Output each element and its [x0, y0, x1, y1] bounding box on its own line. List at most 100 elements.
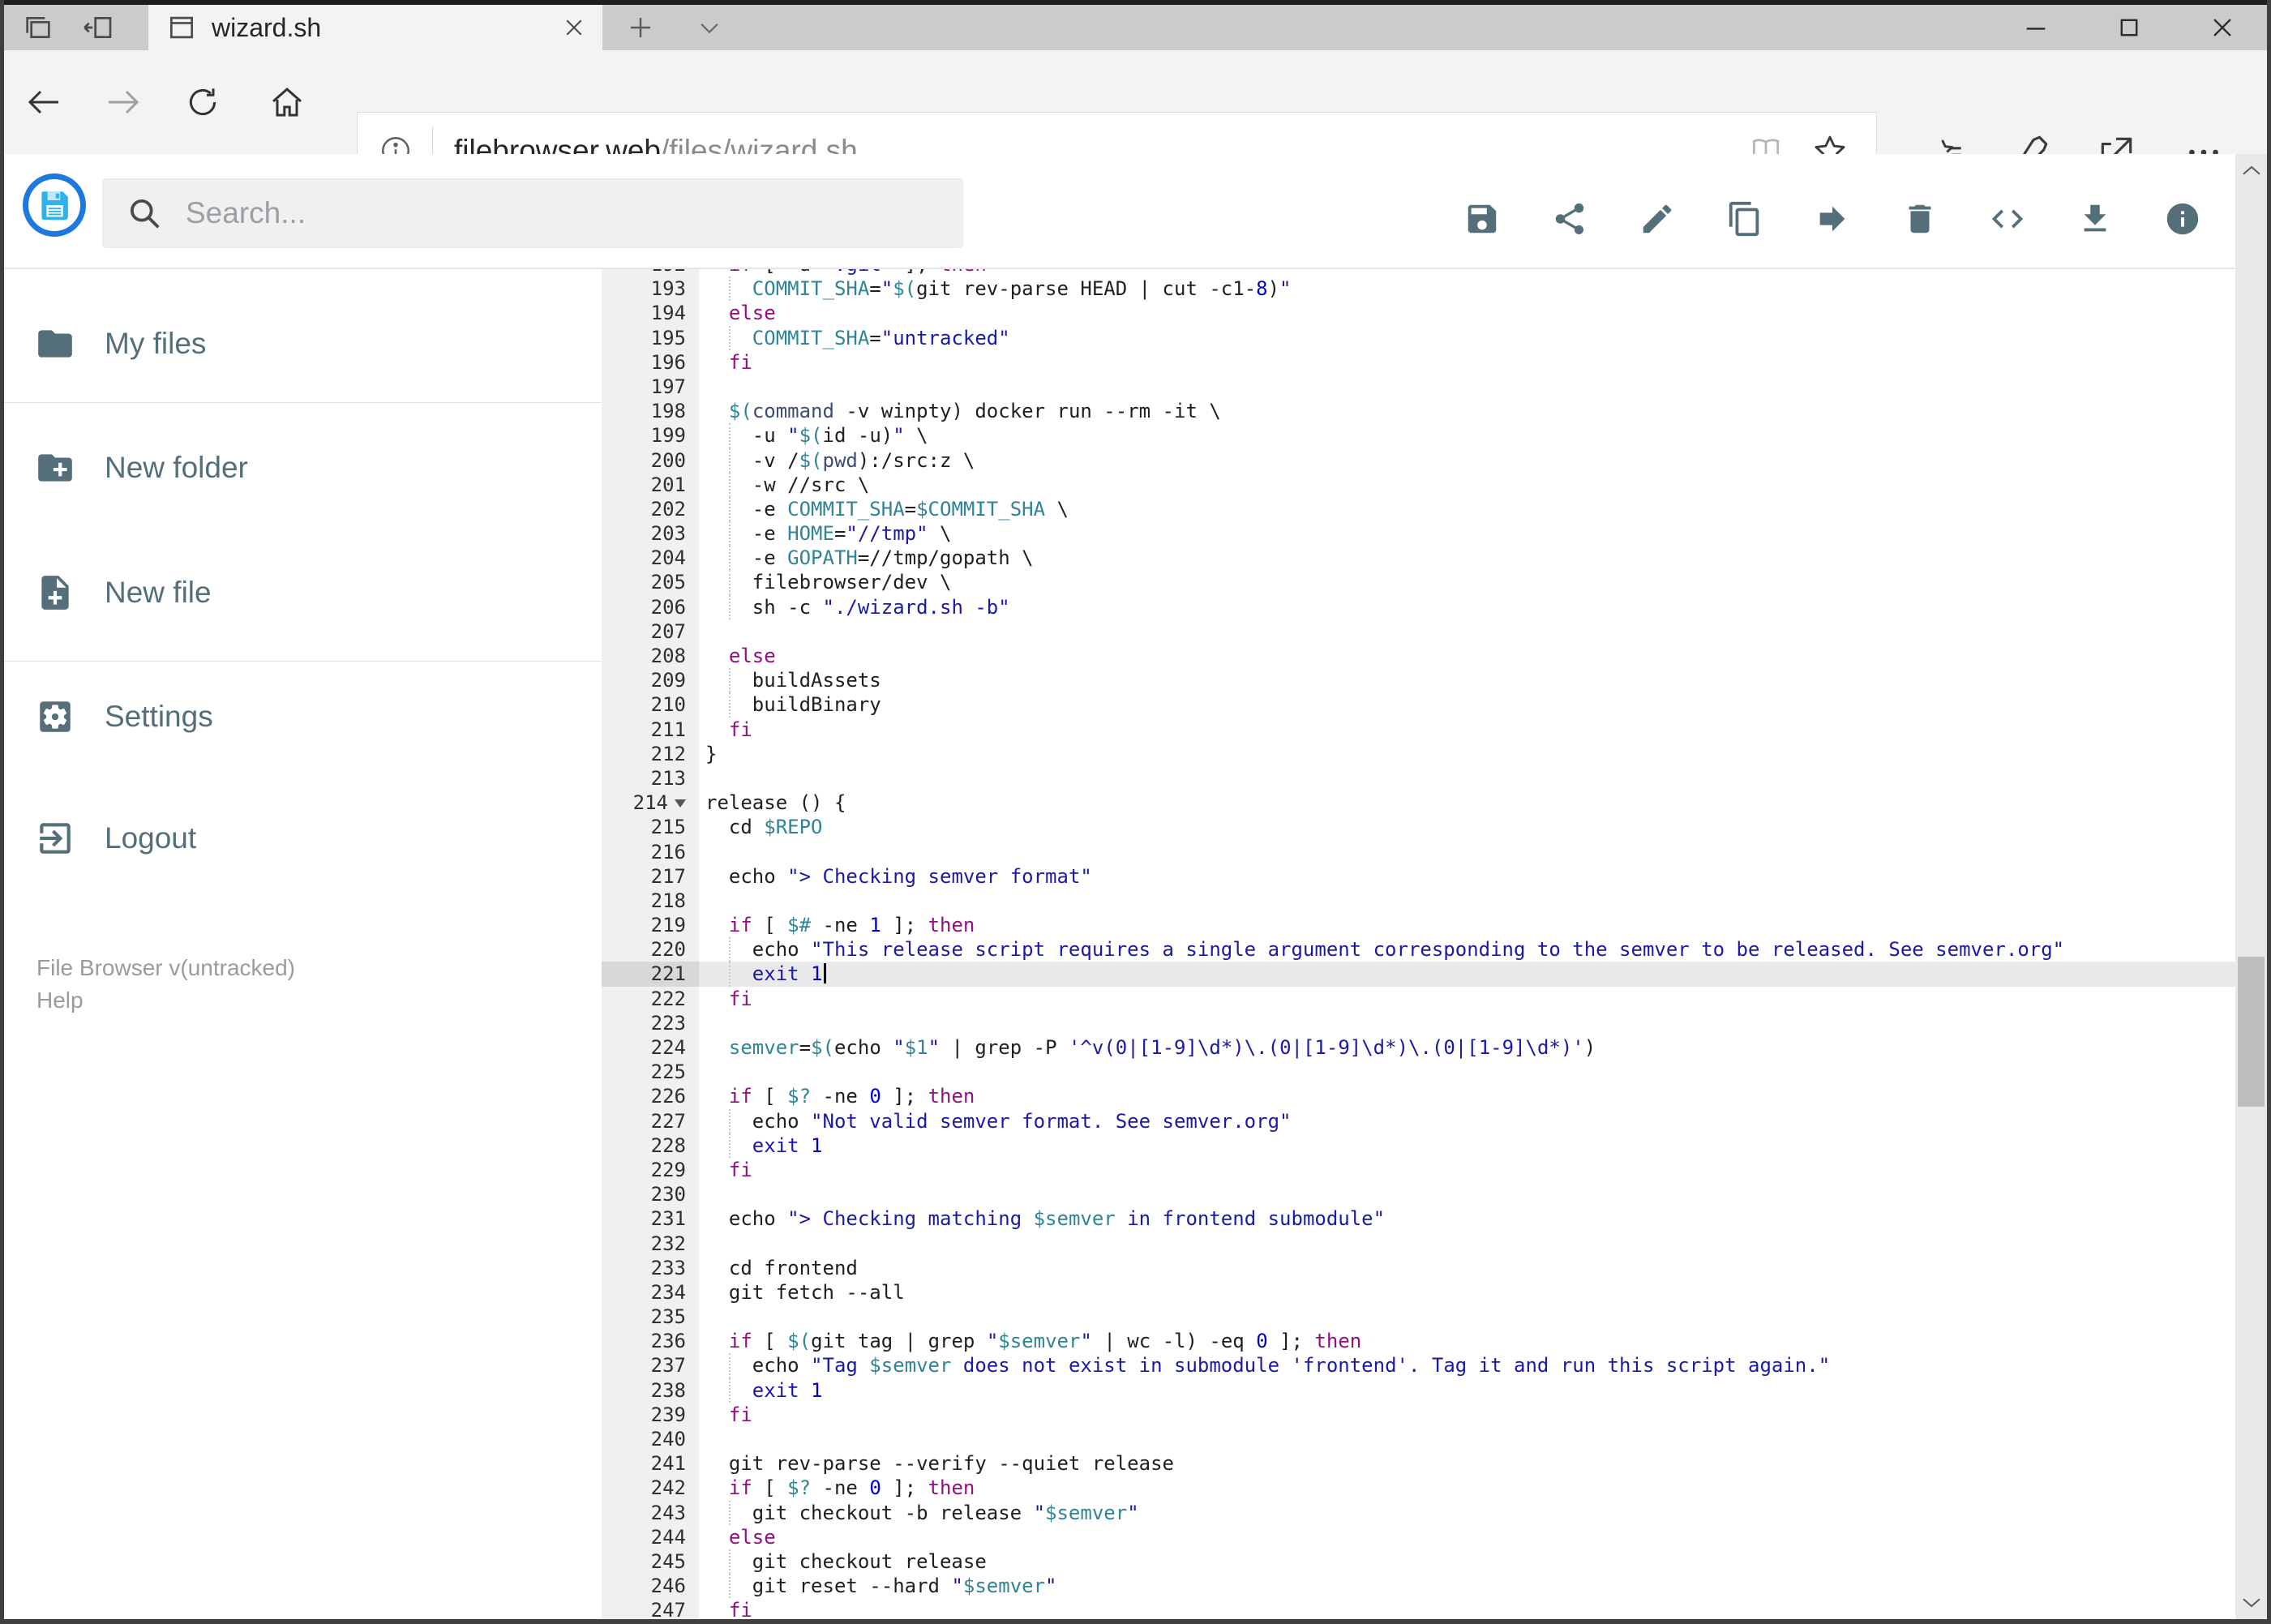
home-button[interactable]	[264, 79, 310, 125]
code-line[interactable]: 196 fi	[602, 350, 2235, 375]
code-line[interactable]: 214 release () {	[602, 791, 2235, 815]
code-line[interactable]: 242 if [ $? -ne 0 ]; then	[602, 1476, 2235, 1500]
sidebar-item-new-file[interactable]: New file	[4, 559, 602, 627]
code-line[interactable]: 221 exit 1	[602, 962, 2235, 987]
download-button[interactable]	[2074, 198, 2116, 240]
code-line[interactable]: 212}	[602, 742, 2235, 766]
code-line[interactable]: 215 cd $REPO	[602, 815, 2235, 839]
code-line[interactable]: 245 git checkout release	[602, 1549, 2235, 1575]
code-line[interactable]: 217 echo "> Checking semver format"	[602, 864, 2235, 889]
code-line[interactable]: 206 sh -c "./wizard.sh -b"	[602, 594, 2235, 619]
set-tabs-aside-button[interactable]	[71, 5, 125, 50]
code-line[interactable]: 192 if [ -d ".git" ]; then	[602, 269, 2235, 276]
code-line[interactable]: 202 -e COMMIT_SHA=$COMMIT_SHA \	[602, 496, 2235, 522]
code-line[interactable]: 229 fi	[602, 1158, 2235, 1182]
app-logo[interactable]	[23, 174, 86, 237]
code-line[interactable]: 219 if [ $# -ne 1 ]; then	[602, 913, 2235, 937]
code-line[interactable]: 222 fi	[602, 987, 2235, 1011]
code-text: if [ $# -ne 1 ]; then	[728, 914, 975, 937]
tab-preview-button[interactable]	[11, 5, 65, 50]
code-line[interactable]: 235	[602, 1305, 2235, 1329]
refresh-button[interactable]	[180, 79, 225, 125]
line-number: 215	[650, 816, 686, 839]
code-editor[interactable]: 192 if [ -d ".git" ]; then193 COMMIT_SHA…	[602, 269, 2235, 1619]
code-line[interactable]: 243 git checkout -b release "$semver"	[602, 1500, 2235, 1525]
close-window-button[interactable]	[2187, 5, 2257, 50]
save-button[interactable]	[1461, 198, 1503, 240]
tab-wizard-sh[interactable]: wizard.sh	[148, 5, 602, 50]
move-button[interactable]	[1811, 198, 1853, 240]
close-tab-icon[interactable]	[562, 15, 586, 40]
code-line[interactable]: 197	[602, 375, 2235, 399]
code-line[interactable]: 207	[602, 619, 2235, 644]
code-line[interactable]: 208 else	[602, 644, 2235, 668]
code-line[interactable]: 241 git rev-parse --verify --quiet relea…	[602, 1451, 2235, 1476]
code-line[interactable]: 213	[602, 766, 2235, 791]
code-line[interactable]: 236 if [ $(git tag | grep "$semver" | wc…	[602, 1329, 2235, 1353]
code-line[interactable]: 247 fi	[602, 1598, 2235, 1619]
code-line[interactable]: 228 exit 1	[602, 1133, 2235, 1158]
line-number: 209	[650, 669, 686, 692]
code-line[interactable]: 199 -u "$(id -u)" \	[602, 423, 2235, 448]
line-number: 240	[650, 1428, 686, 1450]
search-box[interactable]	[102, 178, 963, 248]
code-line[interactable]: 237 echo "Tag $semver does not exist in …	[602, 1353, 2235, 1378]
code-line[interactable]: 218	[602, 889, 2235, 913]
scrollbar-thumb[interactable]	[2238, 957, 2265, 1107]
new-tab-button[interactable]	[612, 5, 669, 50]
code-line[interactable]: 204 -e GOPATH=//tmp/gopath \	[602, 546, 2235, 571]
code-line[interactable]: 211 fi	[602, 718, 2235, 742]
sidebar-item-my-files[interactable]: My files	[4, 310, 602, 378]
code-line[interactable]: 200 -v /$(pwd):/src:z \	[602, 448, 2235, 473]
code-line[interactable]: 216	[602, 840, 2235, 864]
code-line[interactable]: 210 buildBinary	[602, 692, 2235, 718]
code-view-button[interactable]	[1986, 198, 2029, 240]
code-line[interactable]: 224 semver=$(echo "$1" | grep -P '^v(0|[…	[602, 1035, 2235, 1060]
help-link[interactable]: Help	[36, 984, 295, 1017]
code-line[interactable]: 226 if [ $? -ne 0 ]; then	[602, 1084, 2235, 1108]
delete-button[interactable]	[1899, 198, 1941, 240]
code-line[interactable]: 240	[602, 1427, 2235, 1451]
code-line[interactable]: 244 else	[602, 1525, 2235, 1549]
code-line[interactable]: 239 fi	[602, 1403, 2235, 1427]
code-line[interactable]: 233 cd frontend	[602, 1256, 2235, 1280]
code-line[interactable]: 194 else	[602, 301, 2235, 325]
code-line[interactable]: 234 git fetch --all	[602, 1280, 2235, 1305]
code-text: else	[728, 302, 776, 325]
scroll-down-icon[interactable]	[2235, 1585, 2267, 1619]
code-line[interactable]: 193 COMMIT_SHA="$(git rev-parse HEAD | c…	[602, 276, 2235, 302]
code-line[interactable]: 232	[602, 1232, 2235, 1256]
code-line[interactable]: 198 $(command -v winpty) docker run --rm…	[602, 399, 2235, 423]
sidebar-item-new-folder[interactable]: New folder	[4, 434, 602, 502]
code-line[interactable]: 246 git reset --hard "$semver"	[602, 1574, 2235, 1599]
code-line[interactable]: 205 filebrowser/dev \	[602, 570, 2235, 595]
sidebar-item-settings[interactable]: Settings	[4, 683, 602, 751]
code-line[interactable]: 231 echo "> Checking matching $semver in…	[602, 1206, 2235, 1231]
code-line[interactable]: 227 echo "Not valid semver format. See s…	[602, 1108, 2235, 1133]
tab-list-button[interactable]	[681, 5, 738, 50]
code-line[interactable]: 223	[602, 1011, 2235, 1035]
sidebar-item-logout[interactable]: Logout	[4, 804, 602, 872]
code-line[interactable]: 225	[602, 1060, 2235, 1084]
copy-button[interactable]	[1724, 198, 1766, 240]
share-file-button[interactable]	[1549, 198, 1591, 240]
code-line[interactable]: 230	[602, 1182, 2235, 1206]
forward-button[interactable]	[101, 79, 146, 125]
edit-button[interactable]	[1636, 198, 1678, 240]
scroll-up-icon[interactable]	[2235, 154, 2267, 188]
maximize-button[interactable]	[2094, 5, 2164, 50]
code-line[interactable]: 220 echo "This release script requires a…	[602, 937, 2235, 962]
new-folder-icon	[35, 448, 75, 488]
code-line[interactable]: 201 -w //src \	[602, 472, 2235, 497]
code-line[interactable]: 238 exit 1	[602, 1378, 2235, 1403]
fold-arrow-icon[interactable]	[675, 799, 686, 808]
page-scrollbar[interactable]	[2235, 154, 2267, 1619]
minimize-button[interactable]	[2001, 5, 2071, 50]
search-input[interactable]	[184, 195, 962, 231]
code-line[interactable]: 209 buildAssets	[602, 668, 2235, 693]
code-line[interactable]: 195 COMMIT_SHA="untracked"	[602, 325, 2235, 350]
info-button[interactable]	[2162, 198, 2204, 240]
code-line[interactable]: 203 -e HOME="//tmp" \	[602, 521, 2235, 546]
back-button[interactable]	[21, 79, 66, 125]
